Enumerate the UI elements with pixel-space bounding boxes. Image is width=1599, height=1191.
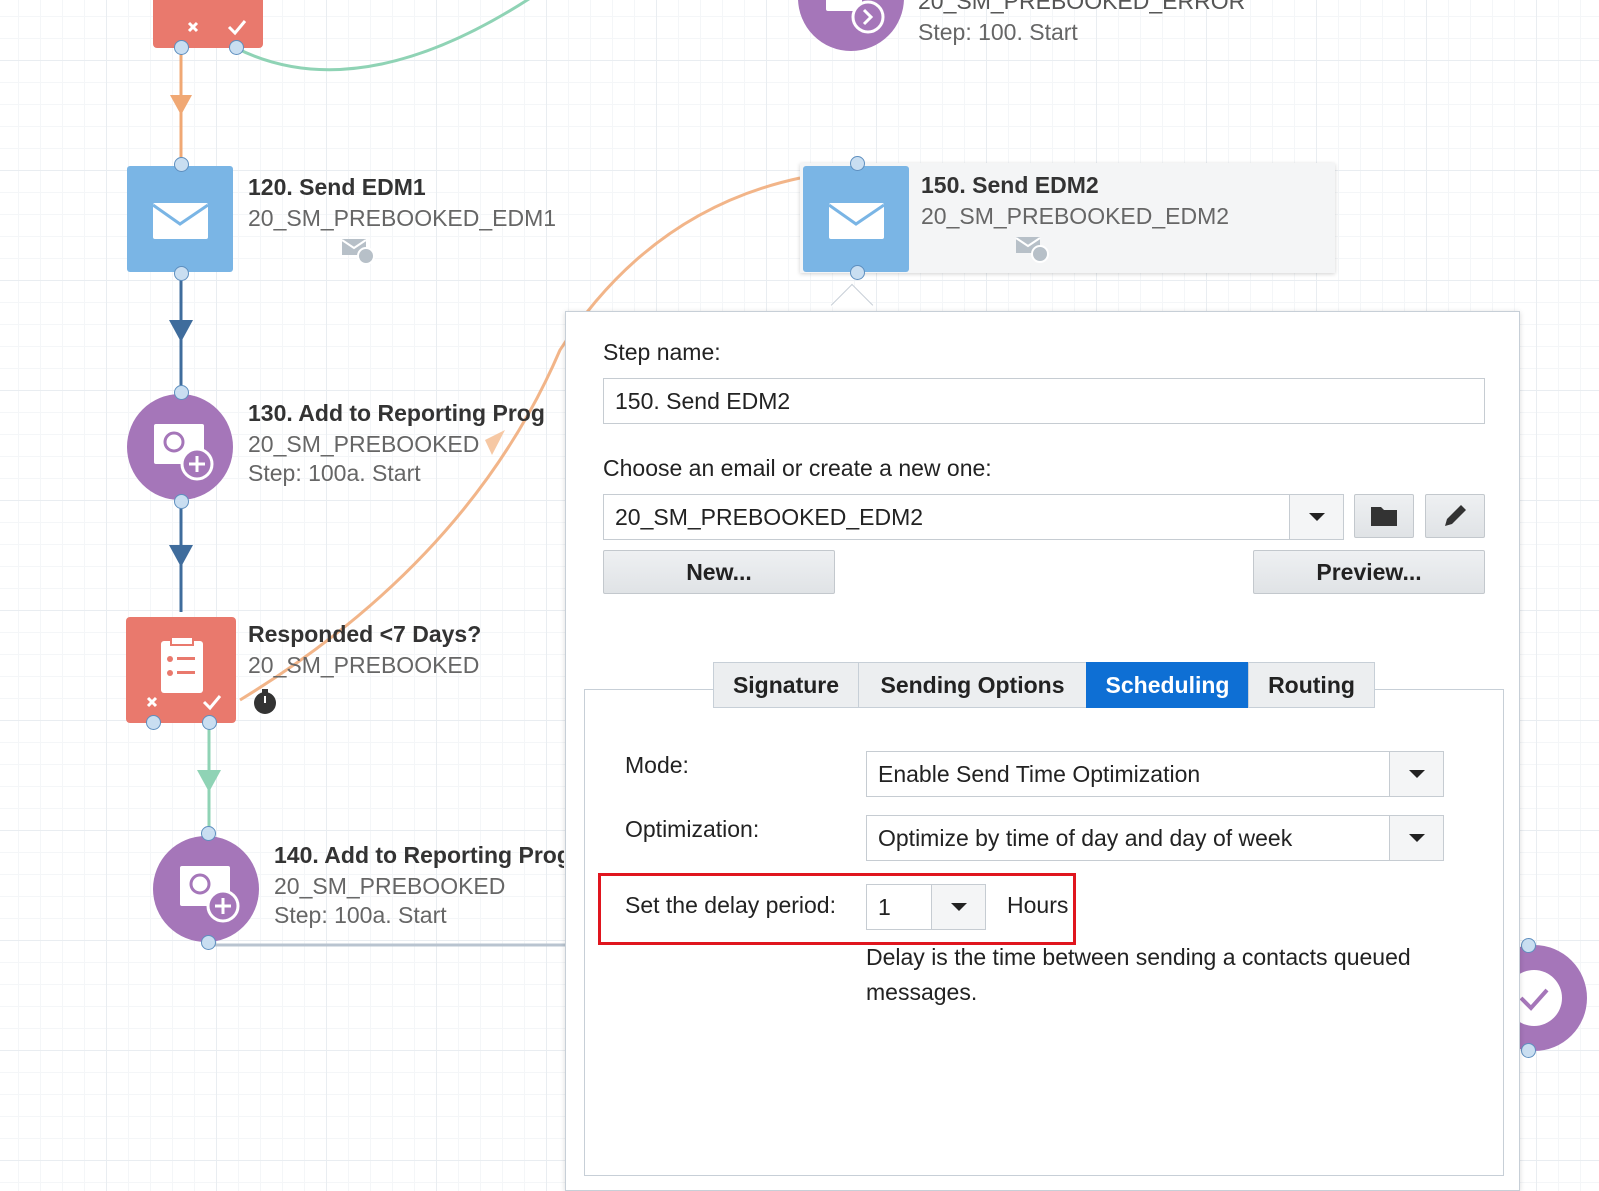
node-step: Step: 100a. Start [248,460,421,486]
node-label-140: 140. Add to Reporting Prog 20_SM_PREBOOK… [274,840,564,928]
connection-port[interactable] [202,715,217,730]
node-program-name: 20_SM_PREBOOKED [274,873,506,899]
node-title: Responded <7 Days? [248,621,482,647]
new-email-button[interactable]: New... [603,550,835,594]
browse-email-button[interactable] [1354,494,1414,538]
mode-select[interactable]: Enable Send Time Optimization [866,751,1444,797]
node-label-top: 20_SM_PREBOOKED_ERROR Step: 100. Start [918,0,1245,48]
mode-select-value: Enable Send Time Optimization [878,761,1201,787]
preview-email-button[interactable]: Preview... [1253,550,1485,594]
step-properties-popup: Step name: 150. Send EDM2 Choose an emai… [565,311,1520,1191]
node-step: Step: 100a. Start [274,902,447,928]
envelope-icon [828,203,885,239]
connection-port[interactable] [850,156,865,171]
delay-help-text: Delay is the time between sending a cont… [866,944,1411,1005]
node-email-name: 20_SM_PREBOOKED_EDM2 [921,203,1230,229]
delay-period-label: Set the delay period: [625,892,836,918]
decision-node-responded[interactable] [126,617,236,723]
node-label-responded: Responded <7 Days? 20_SM_PREBOOKED [248,619,481,681]
node-title: 150. Send EDM2 [921,172,1099,198]
chevron-down-icon[interactable] [1389,752,1443,796]
node-label-edm1: 120. Send EDM1 20_SM_PREBOOKED_EDM1 [248,172,556,234]
delay-period-select[interactable]: 1 [866,884,986,930]
decision-node-top[interactable] [153,0,263,48]
email-chooser-label: Choose an email or create a new one: [603,455,992,481]
program-node-130[interactable] [127,394,233,500]
program-node-top[interactable] [798,0,904,51]
email-status-icon [1015,237,1049,263]
connection-port[interactable] [1521,1043,1536,1058]
connection-port[interactable] [174,266,189,281]
email-select-value: 20_SM_PREBOOKED_EDM2 [615,504,924,530]
timer-icon [254,689,276,714]
step-name-label: Step name: [603,339,721,365]
mode-label: Mode: [625,752,689,778]
optimization-label: Optimization: [625,816,760,842]
connection-port[interactable] [174,40,189,55]
optimization-select-value: Optimize by time of day and day of week [878,825,1293,851]
node-title: 20_SM_PREBOOKED_ERROR [918,0,1246,14]
connection-port[interactable] [201,935,216,950]
delay-unit-label: Hours [1007,892,1069,918]
tab-scheduling[interactable]: Scheduling [1086,662,1249,708]
tab-signature[interactable]: Signature [713,662,859,708]
decision-icon [187,20,247,36]
node-title: 120. Send EDM1 [248,174,426,200]
step-name-input[interactable]: 150. Send EDM2 [603,378,1485,424]
connection-port[interactable] [174,385,189,400]
node-step: Step: 100. Start [918,19,1078,45]
chevron-down-icon[interactable] [1289,495,1343,539]
program-add-icon [154,424,214,481]
node-title: 140. Add to Reporting Prog [274,842,564,868]
email-status-icon [341,239,375,265]
connection-port[interactable] [146,715,161,730]
connection-port[interactable] [201,826,216,841]
folder-icon [1371,507,1397,526]
email-node-edm1[interactable] [127,166,233,272]
tab-sending-options[interactable]: Sending Options [858,662,1087,708]
program-canvas[interactable]: 20_SM_PREBOOKED_ERROR Step: 100. Start 1… [0,0,1599,1191]
connection-port[interactable] [174,157,189,172]
connection-port[interactable] [850,265,865,280]
node-email-name: 20_SM_PREBOOKED_EDM1 [248,205,557,231]
connection-port[interactable] [1521,938,1536,953]
email-node-edm2[interactable] [803,166,909,272]
program-step-icon [826,0,885,34]
connection-port[interactable] [229,40,244,55]
program-add-icon [180,866,240,923]
optimization-select[interactable]: Optimize by time of day and day of week [866,815,1444,861]
delay-period-value: 1 [878,894,891,920]
node-label-130: 130. Add to Reporting Prog 20_SM_PREBOOK… [248,398,560,486]
chevron-down-icon[interactable] [931,885,985,929]
node-title: 130. Add to Reporting Prog [248,400,545,426]
node-program-name: 20_SM_PREBOOKED [248,431,480,457]
node-program-name: 20_SM_PREBOOKED [248,652,480,678]
email-select[interactable]: 20_SM_PREBOOKED_EDM2 [603,494,1344,540]
node-label-edm2: 150. Send EDM2 20_SM_PREBOOKED_EDM2 [921,170,1229,232]
envelope-icon [152,203,209,239]
chevron-down-icon[interactable] [1389,816,1443,860]
program-node-140[interactable] [153,836,259,942]
pencil-icon [1445,505,1466,526]
tab-routing[interactable]: Routing [1248,662,1375,708]
checklist-icon [146,636,222,711]
edit-email-button[interactable] [1425,494,1485,538]
connection-port[interactable] [174,494,189,509]
